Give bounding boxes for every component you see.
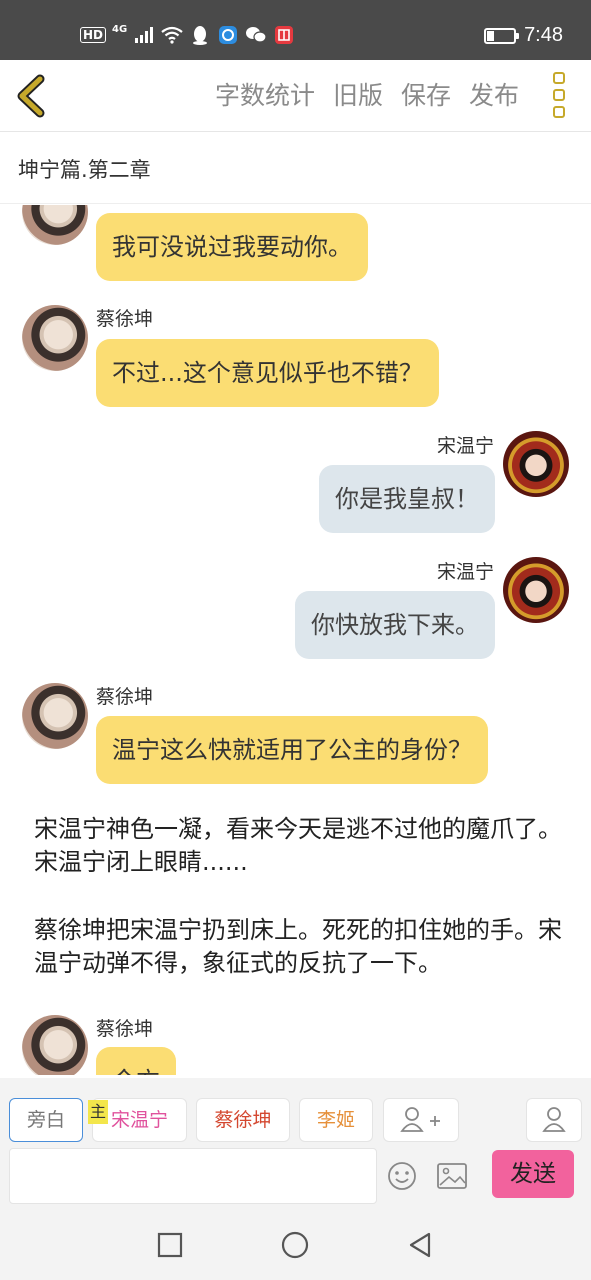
message-bubble[interactable]: 你快放我下来。 bbox=[295, 591, 495, 659]
send-button[interactable]: 发送 bbox=[492, 1150, 574, 1198]
avatar[interactable] bbox=[22, 683, 88, 749]
main-role-badge: 主 bbox=[88, 1100, 108, 1124]
speaker-name: 宋温宁 bbox=[436, 561, 494, 583]
message-bubble[interactable]: 不过...这个意见似乎也不错？ bbox=[96, 339, 439, 407]
message-bubble[interactable]: 温宁这么快就适用了公主的身份？ bbox=[96, 716, 488, 784]
status-bar: HD 4G 7:48 bbox=[0, 0, 591, 60]
recent-apps-icon[interactable] bbox=[155, 1230, 185, 1260]
network-type: 4G bbox=[112, 23, 128, 35]
chevron-left-icon[interactable] bbox=[14, 74, 54, 118]
browser-icon bbox=[217, 24, 239, 46]
old-version-button[interactable]: 旧版 bbox=[333, 78, 383, 114]
speaker-name: 蔡徐坤 bbox=[96, 308, 154, 330]
person-icon bbox=[542, 1107, 566, 1132]
wifi-icon bbox=[161, 24, 183, 46]
narration-text[interactable]: 宋温宁神色一凝，看来今天是逃不过他的魔爪了。宋温宁闭上眼睛...... bbox=[34, 813, 564, 879]
status-right: 7:48 bbox=[484, 24, 563, 47]
word-count-button[interactable]: 字数统计 bbox=[215, 78, 315, 114]
message-bubble[interactable]: 你是我皇叔！ bbox=[319, 465, 495, 533]
add-role-button[interactable] bbox=[383, 1098, 459, 1142]
narration-text[interactable]: 蔡徐坤把宋温宁扔到床上。死死的扣住她的手。宋温宁动弹不得，象征式的反抗了一下。 bbox=[34, 914, 564, 980]
system-nav-bar bbox=[0, 1206, 591, 1280]
role-narrator[interactable]: 旁白 bbox=[9, 1098, 83, 1142]
chat-area[interactable]: 我可没说过我要动你。 蔡徐坤 不过...这个意见似乎也不错？ 宋温宁 你是我皇叔… bbox=[0, 205, 591, 1075]
home-icon[interactable] bbox=[280, 1230, 310, 1260]
role-cai-xukun[interactable]: 蔡徐坤 bbox=[196, 1098, 290, 1142]
avatar[interactable] bbox=[503, 431, 569, 497]
avatar[interactable] bbox=[22, 1015, 88, 1075]
message-bubble[interactable]: 我可没说过我要动你。 bbox=[96, 213, 368, 281]
clock: 7:48 bbox=[524, 24, 563, 46]
hd-indicator: HD bbox=[80, 27, 107, 43]
publish-button[interactable]: 发布 bbox=[469, 78, 519, 114]
chapter-title[interactable]: 坤宁篇.第二章 bbox=[18, 154, 151, 184]
battery-icon bbox=[484, 27, 520, 44]
editor-toolbar: 字数统计 旧版 保存 发布 bbox=[0, 60, 591, 132]
back-icon[interactable] bbox=[405, 1230, 435, 1260]
status-icons: HD 4G bbox=[80, 24, 295, 46]
message-input[interactable] bbox=[9, 1148, 377, 1204]
user-button[interactable] bbox=[526, 1098, 582, 1142]
speaker-name: 宋温宁 bbox=[436, 435, 494, 457]
role-li-ji[interactable]: 李姬 bbox=[299, 1098, 373, 1142]
add-person-icon bbox=[400, 1107, 440, 1132]
speaker-name: 蔡徐坤 bbox=[96, 686, 154, 708]
wechat-icon bbox=[245, 24, 267, 46]
speaker-name: 蔡徐坤 bbox=[96, 1018, 154, 1040]
message-bubble[interactable]: 今方 bbox=[96, 1047, 176, 1075]
reader-app-icon bbox=[273, 24, 295, 46]
qq-icon bbox=[189, 24, 211, 46]
signal-icon bbox=[133, 24, 155, 46]
save-button[interactable]: 保存 bbox=[401, 78, 451, 114]
image-icon[interactable] bbox=[436, 1162, 468, 1190]
composer-panel: 旁白 宋温宁 主 蔡徐坤 李姬 发送 bbox=[0, 1078, 591, 1206]
more-icon[interactable] bbox=[553, 72, 569, 118]
avatar[interactable] bbox=[22, 205, 88, 245]
avatar[interactable] bbox=[503, 557, 569, 623]
emoji-icon[interactable] bbox=[386, 1160, 418, 1192]
toolbar-actions: 字数统计 旧版 保存 发布 bbox=[215, 78, 519, 114]
chapter-header: 坤宁篇.第二章 bbox=[0, 132, 591, 204]
avatar[interactable] bbox=[22, 305, 88, 371]
